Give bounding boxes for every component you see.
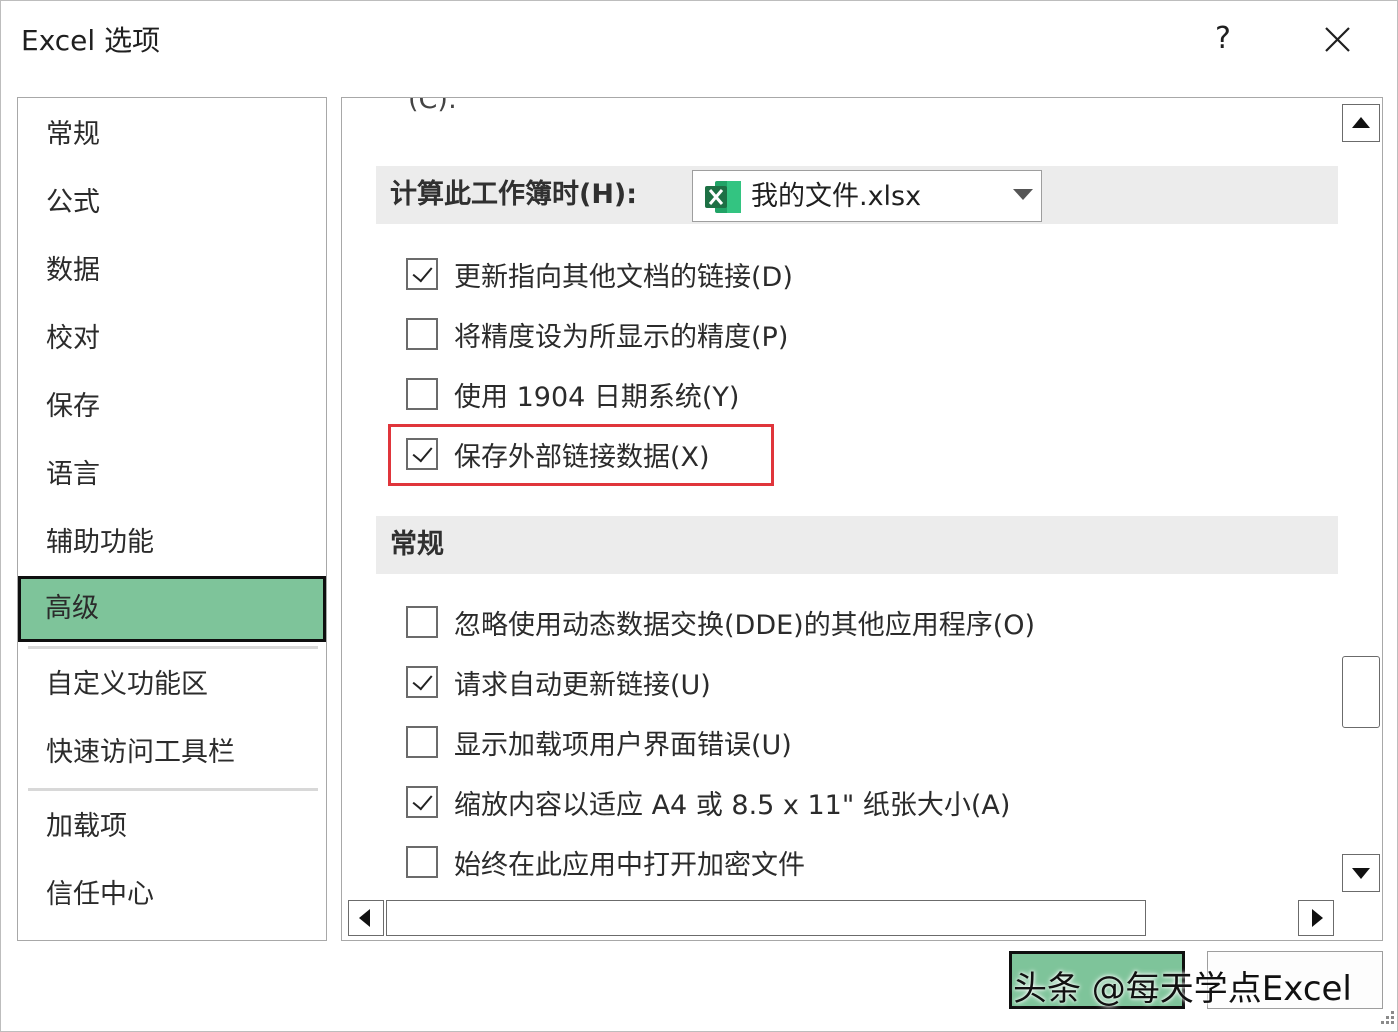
nav-item-trust-center[interactable]: 信任中心 [18,862,326,928]
checkbox[interactable] [406,846,438,878]
checkbox[interactable] [406,378,438,410]
vertical-scroll-thumb[interactable] [1342,656,1380,728]
watermark-text: 头条 @每天学点Excel [1013,969,1352,1009]
nav-item-language[interactable]: 语言 [18,442,326,508]
nav-item-data[interactable]: 数据 [18,238,326,304]
title-bar: Excel 选项 ? [1,1,1397,79]
checkbox[interactable] [406,606,438,638]
vertical-scrollbar[interactable] [1340,98,1382,898]
checkbox[interactable] [406,786,438,818]
option-scale-to-paper[interactable]: 缩放内容以适应 A4 或 8.5 x 11" 纸张大小(A) [406,782,1010,822]
cut-off-option-label: (C): [408,98,458,115]
arrow-right-icon [1312,909,1323,927]
option-ignore-dde[interactable]: 忽略使用动态数据交换(DDE)的其他应用程序(O) [406,602,1035,642]
option-1904-date-system[interactable]: 使用 1904 日期系统(Y) [406,374,739,414]
close-icon [1325,27,1350,52]
help-button[interactable]: ? [1201,15,1245,63]
horizontal-scrollbar[interactable] [346,898,1340,938]
option-update-links[interactable]: 更新指向其他文档的链接(D) [406,254,793,294]
resize-grip-icon[interactable] [1377,1009,1395,1027]
option-label: 使用 1904 日期系统(Y) [454,381,740,413]
checkbox[interactable] [406,666,438,698]
horizontal-scroll-thumb[interactable] [386,900,1146,936]
excel-options-dialog: Excel 选项 ? 常规 公式 数据 校对 保存 语言 辅助功能 高级 自定义… [0,0,1398,1032]
scroll-left-button[interactable] [348,900,384,936]
nav-item-formulas[interactable]: 公式 [18,170,326,236]
scroll-up-button[interactable] [1342,104,1380,142]
red-highlight-box [388,424,774,486]
dialog-title: Excel 选项 [21,24,161,57]
nav-item-general[interactable]: 常规 [18,102,326,168]
option-precision-as-displayed[interactable]: 将精度设为所显示的精度(P) [406,314,788,354]
general-section-header: 常规 [376,516,1338,574]
scroll-right-button[interactable] [1298,900,1334,936]
general-section-label: 常规 [390,529,444,560]
option-label: 显示加载项用户界面错误(U) [454,729,792,761]
nav-item-save[interactable]: 保存 [18,374,326,440]
nav-item-quick-access-toolbar[interactable]: 快速访问工具栏 [18,720,326,786]
option-label: 更新指向其他文档的链接(D) [454,261,793,293]
arrow-down-icon [1352,868,1370,879]
option-open-encrypted-files[interactable]: 始终在此应用中打开加密文件 [406,842,805,882]
option-label: 忽略使用动态数据交换(DDE)的其他应用程序(O) [454,609,1036,641]
advanced-settings-pane: (C): 计算此工作簿时(H): 我的文件.xlsx 更新指向其他文档的链接(D… [341,97,1383,941]
settings-scroll-content: (C): 计算此工作簿时(H): 我的文件.xlsx 更新指向其他文档的链接(D… [342,98,1338,898]
chevron-down-icon [1013,189,1033,200]
close-button[interactable] [1311,15,1363,63]
nav-item-add-ins[interactable]: 加载项 [18,794,326,860]
nav-separator [28,646,318,649]
checkbox[interactable] [406,726,438,758]
nav-separator [28,788,318,791]
excel-file-icon [705,181,741,213]
option-label: 将精度设为所显示的精度(P) [454,321,789,353]
option-ask-update-links[interactable]: 请求自动更新链接(U) [406,662,711,702]
workbook-select[interactable]: 我的文件.xlsx [692,170,1042,222]
nav-item-accessibility[interactable]: 辅助功能 [18,510,326,576]
option-label: 请求自动更新链接(U) [454,669,711,701]
checkbox[interactable] [406,258,438,290]
option-show-addin-ui-errors[interactable]: 显示加载项用户界面错误(U) [406,722,792,762]
option-label: 缩放内容以适应 A4 或 8.5 x 11" 纸张大小(A) [454,789,1011,821]
checkbox[interactable] [406,318,438,350]
workbook-section-label: 计算此工作簿时(H): [390,179,638,210]
arrow-left-icon [359,909,370,927]
selected-workbook: 我的文件.xlsx [751,181,922,212]
nav-item-proofing[interactable]: 校对 [18,306,326,372]
nav-item-advanced[interactable]: 高级 [18,576,326,642]
scroll-down-button[interactable] [1342,854,1380,892]
category-nav: 常规 公式 数据 校对 保存 语言 辅助功能 高级 自定义功能区 快速访问工具栏… [17,97,327,941]
option-label: 始终在此应用中打开加密文件 [454,849,805,881]
arrow-up-icon [1352,117,1370,128]
nav-item-customize-ribbon[interactable]: 自定义功能区 [18,652,326,718]
